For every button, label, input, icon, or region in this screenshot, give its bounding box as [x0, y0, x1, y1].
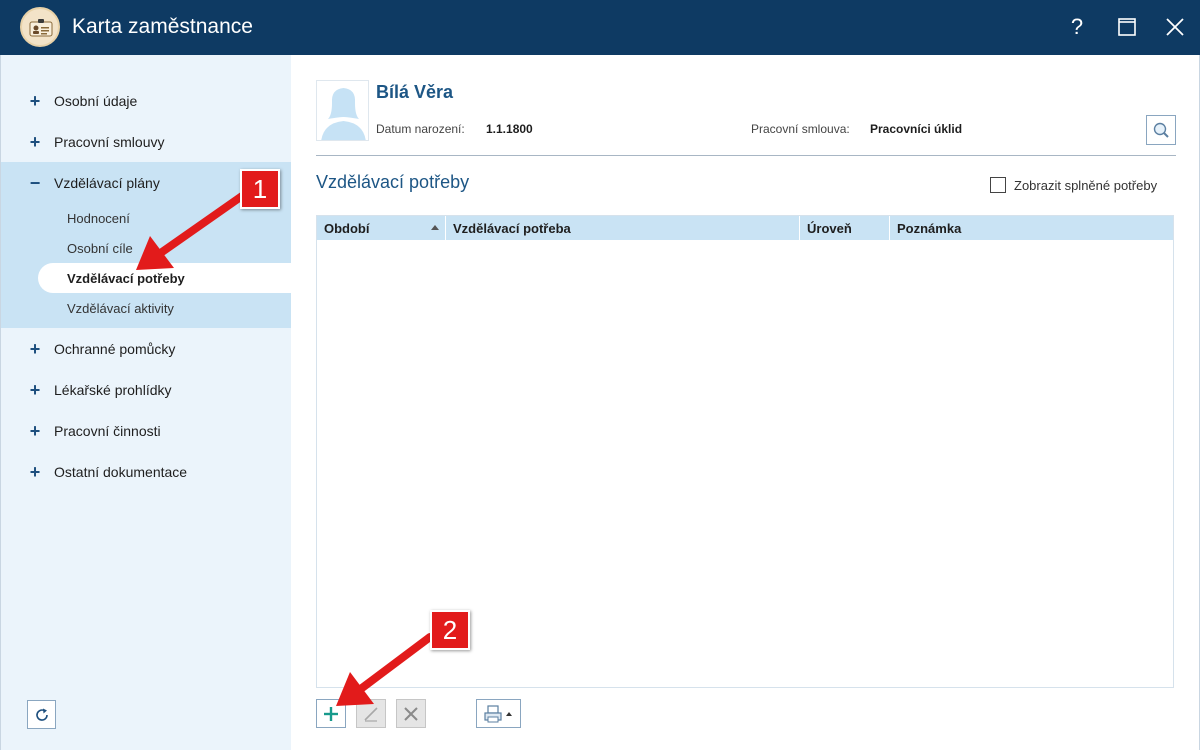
sidebar-item-label: Pracovní činnosti — [54, 423, 161, 439]
annotation-badge-2: 2 — [430, 610, 470, 650]
show-completed-checkbox[interactable]: Zobrazit splněné potřeby — [990, 177, 1157, 193]
show-completed-label: Zobrazit splněné potřeby — [1014, 177, 1158, 193]
title-bar: Karta zaměstnance ? — [0, 0, 1200, 55]
sidebar-item-lekarske-prohlidky[interactable]: + Lékařské prohlídky — [1, 375, 292, 405]
sort-ascending-icon — [431, 225, 439, 230]
print-menu-button[interactable] — [476, 699, 521, 728]
edit-button[interactable] — [356, 699, 386, 728]
expand-icon: + — [29, 339, 41, 359]
sidebar-item-label: Ochranné pomůcky — [54, 341, 176, 357]
employee-card-app-icon — [20, 7, 60, 47]
refresh-icon — [35, 708, 48, 721]
sidebar-item-label: Pracovní smlouvy — [54, 134, 165, 150]
id-card-icon — [29, 19, 53, 37]
pencil-icon — [364, 706, 378, 722]
column-header-poznamka[interactable]: Poznámka — [890, 216, 1173, 240]
sidebar-item-label: Osobní údaje — [54, 93, 138, 109]
collapse-icon: − — [29, 173, 41, 193]
plus-icon — [324, 706, 338, 721]
expand-icon: + — [29, 380, 41, 400]
contract-label: Pracovní smlouva: — [751, 122, 850, 136]
column-header-label: Poznámka — [897, 220, 962, 236]
sidebar-item-pracovni-smlouvy[interactable]: + Pracovní smlouvy — [1, 127, 292, 157]
annotation-badge-1: 1 — [240, 169, 280, 209]
birth-date-label: Datum narození: — [376, 122, 465, 136]
window-title: Karta zaměstnance — [72, 15, 253, 38]
grid-header: Období Vzdělávací potřeba Úroveň Poznámk… — [317, 216, 1173, 240]
section-title: Vzdělávací potřeby — [316, 172, 470, 192]
sidebar-item-ostatni-dokumentace[interactable]: + Ostatní dokumentace — [1, 457, 292, 487]
contract-value: Pracovníci úklid — [870, 122, 963, 136]
column-header-label: Období — [324, 220, 370, 236]
maximize-icon — [1118, 18, 1136, 36]
help-button[interactable]: ? — [1060, 10, 1094, 44]
checkbox-box[interactable] — [990, 177, 1006, 193]
header-divider — [316, 155, 1176, 156]
employee-search-button[interactable] — [1146, 115, 1176, 145]
sidebar-item-pracovni-cinnosti[interactable]: + Pracovní činnosti — [1, 416, 292, 446]
delete-button[interactable] — [396, 699, 426, 728]
sidebar-item-label: Ostatní dokumentace — [54, 464, 188, 480]
expand-icon: + — [29, 421, 41, 441]
add-button[interactable] — [316, 699, 346, 728]
close-button[interactable] — [1158, 10, 1192, 44]
x-icon — [404, 706, 418, 721]
sidebar-item-label: Lékařské prohlídky — [54, 382, 172, 398]
sidebar-subitem-hodnoceni[interactable]: Hodnocení — [67, 206, 130, 230]
person-silhouette-icon — [321, 88, 366, 140]
birth-date-value: 1.1.1800 — [486, 122, 533, 136]
close-icon — [1166, 18, 1184, 36]
refresh-button[interactable] — [27, 700, 56, 729]
maximize-button[interactable] — [1110, 10, 1144, 44]
expand-icon: + — [29, 91, 41, 111]
column-header-uroven[interactable]: Úroveň — [800, 216, 890, 240]
column-header-vzdelavaci-potreba[interactable]: Vzdělávací potřeba — [446, 216, 800, 240]
employee-name: Bílá Věra — [376, 82, 454, 102]
printer-icon — [483, 704, 512, 722]
sidebar-subitem-vzdelavaci-aktivity[interactable]: Vzdělávací aktivity — [67, 296, 174, 320]
sidebar-item-osobni-udaje[interactable]: + Osobní údaje — [1, 86, 292, 116]
main-panel: Bílá Věra Datum narození: 1.1.1800 Praco… — [291, 55, 1200, 750]
column-header-label: Vzdělávací potřeba — [453, 220, 571, 236]
help-icon: ? — [1070, 14, 1084, 39]
employee-photo-placeholder — [316, 80, 369, 141]
column-header-label: Úroveň — [807, 220, 852, 236]
sidebar: + Osobní údaje + Pracovní smlouvy − Vzdě… — [0, 55, 292, 750]
sidebar-subitem-vzdelavaci-potreby[interactable]: Vzdělávací potřeby — [38, 263, 292, 293]
expand-icon: + — [29, 132, 41, 152]
column-header-obdobi[interactable]: Období — [317, 216, 446, 240]
magnifier-icon — [1153, 122, 1169, 138]
sidebar-item-ochranne-pomucky[interactable]: + Ochranné pomůcky — [1, 334, 292, 364]
expand-icon: + — [29, 462, 41, 482]
sidebar-subitem-osobni-cile[interactable]: Osobní cíle — [67, 236, 133, 260]
sidebar-item-label: Vzdělávací plány — [54, 175, 160, 191]
